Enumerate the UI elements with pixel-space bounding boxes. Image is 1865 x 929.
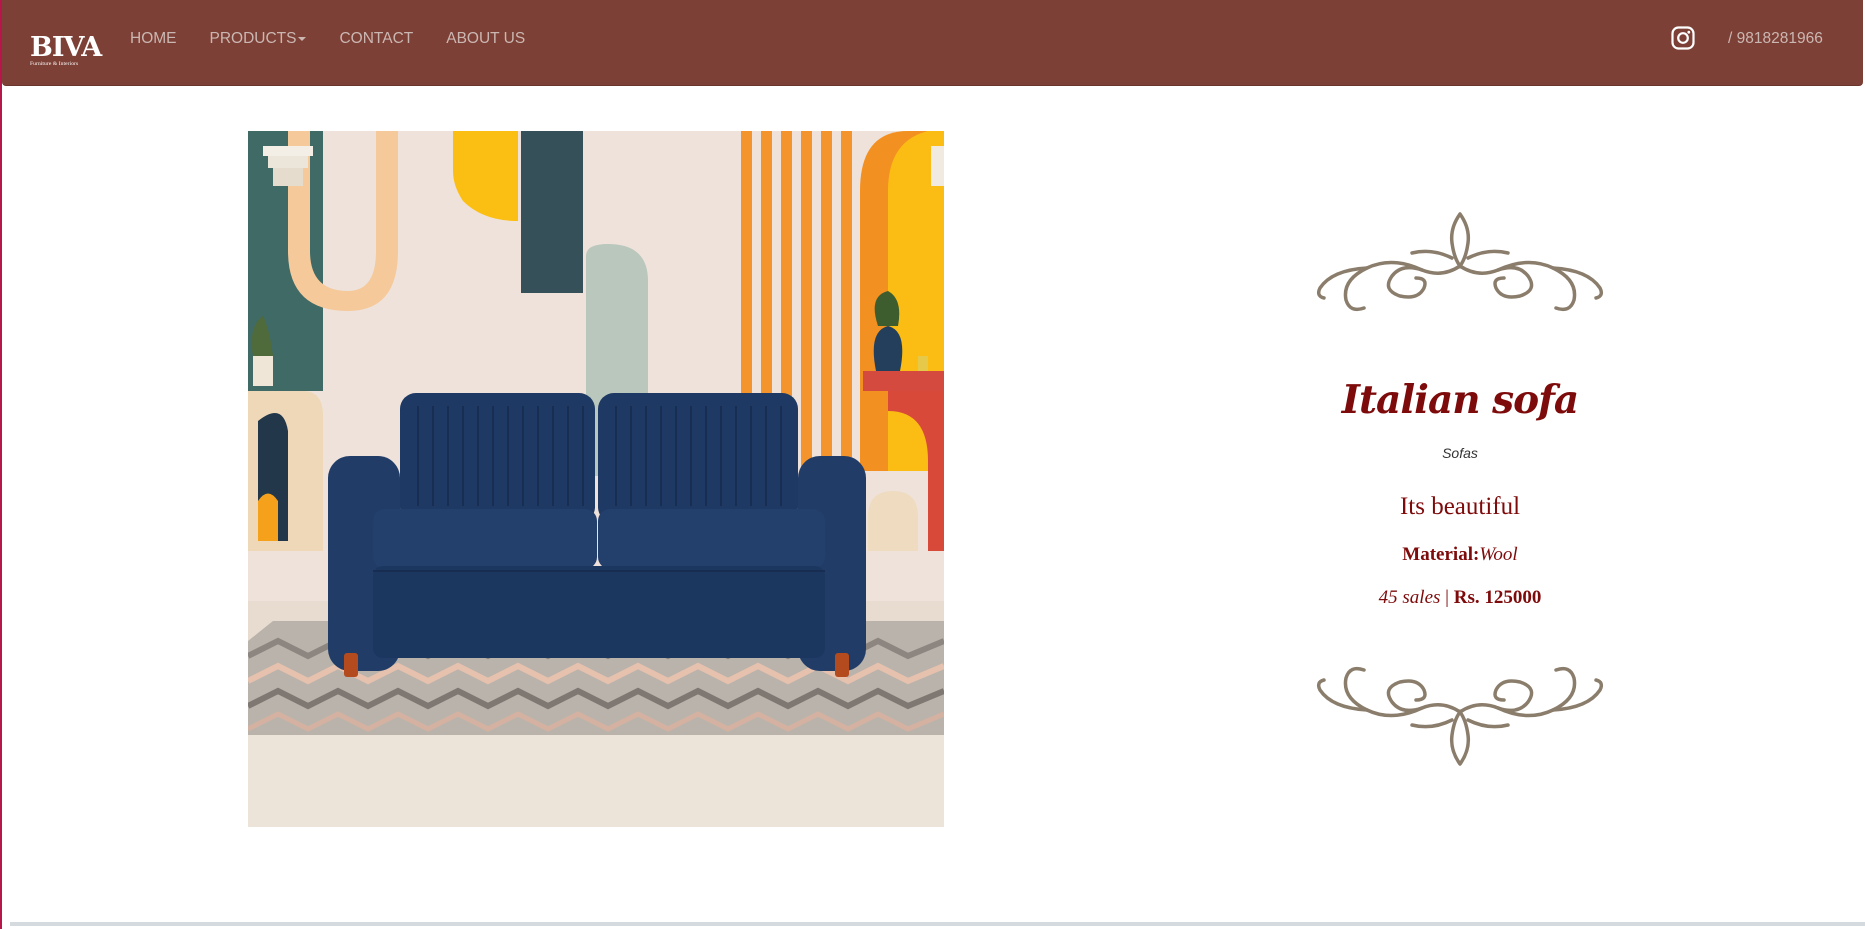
nav-menu: HOME PRODUCTS CONTACT ABOUT US [130, 29, 558, 49]
ornament-flourish-bottom-icon [1316, 666, 1604, 766]
caret-down-icon [298, 36, 307, 41]
sales-price-line: 45 sales | Rs. 125000 [1300, 586, 1620, 610]
material-line: Material:Wool [1300, 543, 1620, 567]
product-price: Rs. 125000 [1453, 587, 1542, 608]
material-value: Wool [1479, 544, 1518, 565]
instagram-icon[interactable] [1671, 26, 1695, 50]
nav-item-products-label: PRODUCTS [209, 30, 297, 47]
nav-item-contact[interactable]: CONTACT [339, 29, 413, 49]
sales-count: 45 sales [1378, 587, 1441, 608]
product-image [248, 131, 944, 827]
product-category: Sofas [1442, 445, 1478, 461]
navbar: BIVA Furniture & Interiors HOME PRODUCTS… [2, 0, 1863, 86]
brand-name: BIVA [30, 32, 102, 63]
nav-item-home[interactable]: HOME [130, 29, 177, 49]
brand-logo[interactable]: BIVA Furniture & Interiors [30, 32, 102, 70]
product-description: Its beautiful [1399, 493, 1521, 520]
separator: | [1445, 587, 1449, 608]
nav-item-products[interactable]: PRODUCTS [210, 29, 307, 49]
ornament-flourish-top-icon [1316, 212, 1604, 312]
nav-item-about-us[interactable]: ABOUT US [446, 29, 525, 49]
material-label: Material: [1402, 544, 1480, 565]
product-details: Italian sofa Sofas Its beautiful Materia… [1300, 200, 1620, 780]
phone-number: / 9818281966 [1728, 30, 1823, 47]
horizontal-scrollbar[interactable] [10, 922, 1865, 926]
product-title: Italian sofa [1341, 377, 1579, 423]
